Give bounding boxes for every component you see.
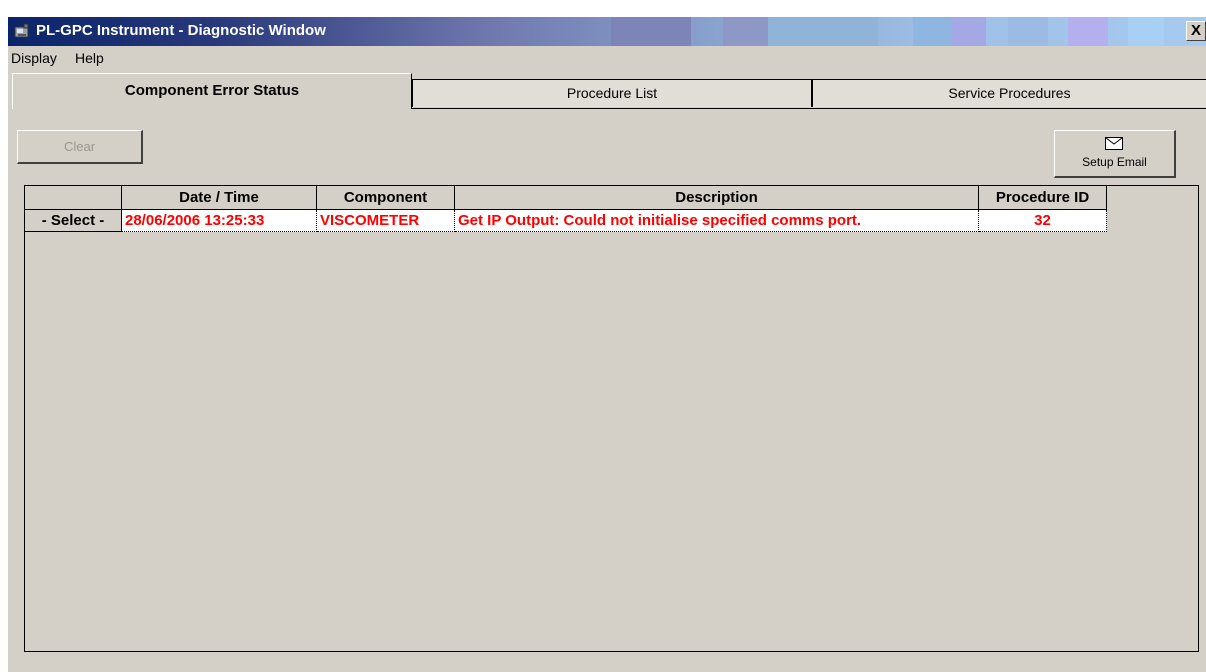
title-bar-decoration bbox=[611, 17, 691, 46]
cell-component[interactable]: VISCOMETER bbox=[317, 210, 455, 232]
column-header-select bbox=[25, 186, 122, 210]
column-header-date-time[interactable]: Date / Time bbox=[122, 186, 317, 210]
title-bar-decoration bbox=[723, 17, 768, 46]
instrument-icon bbox=[14, 23, 29, 38]
title-bar-decoration bbox=[913, 17, 951, 46]
window-title: PL-GPC Instrument - Diagnostic Window bbox=[36, 22, 326, 39]
error-status-grid[interactable]: Date / Time Component Description Proced… bbox=[24, 185, 1199, 652]
close-button[interactable]: X bbox=[1186, 21, 1206, 41]
title-bar-decoration bbox=[951, 17, 986, 46]
column-header-component[interactable]: Component bbox=[317, 186, 455, 210]
diagnostic-window: PL-GPC Instrument - Diagnostic Window X … bbox=[8, 17, 1206, 672]
title-bar-decoration bbox=[1068, 17, 1108, 46]
menu-help[interactable]: Help bbox=[75, 50, 104, 66]
setup-email-label: Setup Email bbox=[1082, 155, 1147, 169]
menu-bar: Display Help bbox=[8, 47, 1206, 69]
tab-divider bbox=[412, 108, 1206, 109]
title-bar-decoration bbox=[1128, 17, 1164, 46]
cell-description[interactable]: Get IP Output: Could not initialise spec… bbox=[455, 210, 979, 232]
menu-display[interactable]: Display bbox=[11, 50, 57, 66]
cell-procedure-id[interactable]: 32 bbox=[979, 210, 1107, 232]
column-header-description[interactable]: Description bbox=[455, 186, 979, 210]
envelope-icon bbox=[1105, 137, 1123, 150]
column-header-procedure-id[interactable]: Procedure ID bbox=[979, 186, 1107, 210]
tab-procedure-list[interactable]: Procedure List bbox=[412, 79, 812, 107]
clear-button[interactable]: Clear bbox=[17, 130, 143, 164]
title-bar-decoration bbox=[1008, 17, 1048, 46]
tab-component-error-status[interactable]: Component Error Status bbox=[12, 73, 412, 109]
setup-email-button[interactable]: Setup Email bbox=[1054, 130, 1176, 178]
title-bar[interactable]: PL-GPC Instrument - Diagnostic Window X bbox=[8, 17, 1206, 46]
title-bar-decoration bbox=[768, 17, 878, 46]
tab-service-procedures[interactable]: Service Procedures bbox=[812, 79, 1206, 107]
row-select-button[interactable]: - Select - bbox=[25, 210, 122, 232]
cell-date-time[interactable]: 28/06/2006 13:25:33 bbox=[122, 210, 317, 232]
